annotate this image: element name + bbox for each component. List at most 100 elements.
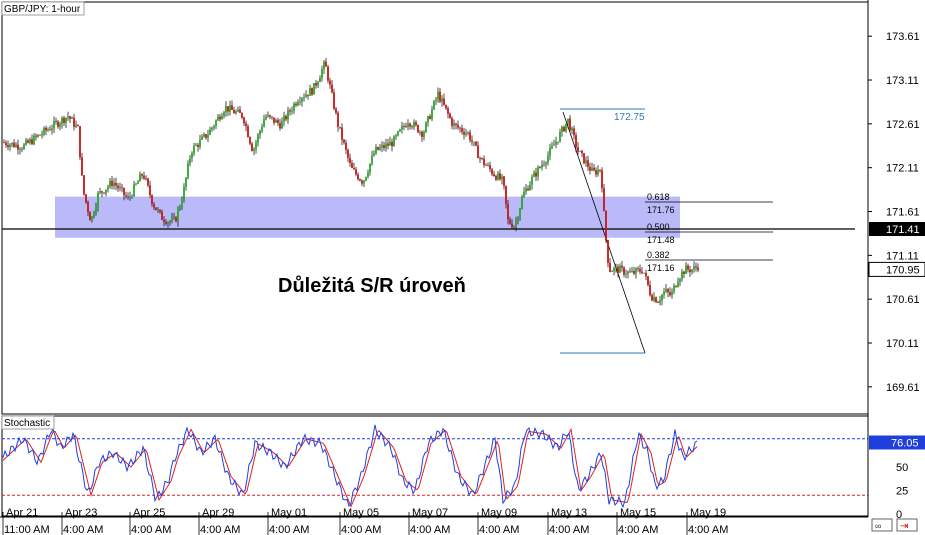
sr-level-badge-text: 171.41 bbox=[886, 224, 920, 236]
candle-body bbox=[533, 172, 535, 177]
time-tick-time: 4:00 AM bbox=[63, 524, 103, 535]
candle-body bbox=[135, 183, 137, 185]
candle-body bbox=[341, 127, 343, 140]
candle-body bbox=[567, 118, 569, 124]
candle-body bbox=[5, 142, 7, 146]
time-tick-time: 4:00 AM bbox=[479, 524, 519, 535]
candle-body bbox=[457, 124, 459, 128]
candle-body bbox=[355, 169, 357, 175]
candle-body bbox=[443, 98, 445, 105]
candle-body bbox=[9, 144, 11, 148]
candle-body bbox=[205, 134, 207, 138]
candle-body bbox=[455, 123, 457, 125]
candle-body bbox=[115, 182, 117, 186]
candle-body bbox=[411, 126, 413, 128]
candle-body bbox=[313, 83, 315, 95]
candle-body bbox=[171, 217, 173, 222]
candle-body bbox=[623, 267, 625, 275]
candle-body bbox=[29, 139, 31, 143]
price-axis: 173.61 173.11 172.61 172.11 171.61 171.11 170.… bbox=[867, 0, 925, 521]
candle-body bbox=[303, 97, 305, 99]
candle-body bbox=[131, 196, 133, 197]
candle-body bbox=[195, 144, 197, 146]
candle-body bbox=[213, 125, 215, 128]
candle-body bbox=[659, 300, 661, 303]
candle-body bbox=[565, 123, 567, 132]
time-tick-date: Apr 29 bbox=[202, 507, 234, 519]
time-tick-time: 4:00 AM bbox=[688, 524, 728, 535]
candle-body bbox=[21, 149, 23, 150]
candle-body bbox=[239, 109, 241, 113]
candle-body bbox=[691, 269, 693, 273]
candle-body bbox=[657, 302, 659, 303]
candle-body bbox=[591, 167, 593, 171]
candle-body bbox=[497, 173, 499, 180]
symbol-label: GBP/JPY: 1-hour bbox=[4, 4, 81, 15]
candle-body bbox=[453, 123, 455, 126]
candle-body bbox=[679, 279, 681, 283]
candle-body bbox=[295, 103, 297, 106]
candle-body bbox=[47, 129, 49, 131]
time-tick-date: May 13 bbox=[551, 507, 587, 519]
candle-body bbox=[225, 106, 227, 113]
candle-body bbox=[359, 179, 361, 181]
candle-body bbox=[693, 266, 695, 270]
price-tick-label: 172.11 bbox=[886, 163, 919, 175]
time-tick-date: Apr 25 bbox=[133, 507, 165, 519]
candle-body bbox=[173, 217, 175, 218]
candle-body bbox=[519, 208, 521, 219]
candle-body bbox=[339, 126, 341, 128]
time-tick-date: May 09 bbox=[481, 507, 517, 519]
candle-body bbox=[161, 211, 163, 220]
candle-body bbox=[635, 268, 637, 274]
candle-body bbox=[397, 131, 399, 136]
price-panel: 172.75 0.618 171.76 0.500 171.48 0.382 1… bbox=[1, 1, 869, 415]
candle-body bbox=[607, 240, 609, 263]
annotation-title: Důležitá S/R úroveň bbox=[278, 275, 466, 297]
candle-body bbox=[183, 186, 185, 202]
candle-body bbox=[143, 175, 145, 179]
candle-body bbox=[609, 263, 611, 272]
candle-body bbox=[475, 141, 477, 146]
candle-body bbox=[427, 116, 429, 123]
candle-body bbox=[349, 157, 351, 163]
time-tick-date: Apr 21 bbox=[6, 507, 38, 519]
candle-body bbox=[461, 128, 463, 132]
support-resistance-zone bbox=[55, 196, 680, 238]
candle-body bbox=[473, 141, 475, 143]
candle-body bbox=[439, 91, 441, 102]
candle-body bbox=[325, 61, 327, 67]
candle-body bbox=[421, 131, 423, 137]
candle-body bbox=[301, 98, 303, 102]
candle-body bbox=[525, 188, 527, 192]
candle-body bbox=[399, 129, 401, 132]
candle-body bbox=[365, 176, 367, 181]
forex-chart: 172.75 0.618 171.76 0.500 171.48 0.382 1… bbox=[0, 0, 925, 535]
candle-body bbox=[479, 158, 481, 159]
candle-body bbox=[19, 149, 21, 151]
candle-body bbox=[39, 134, 41, 136]
candle-body bbox=[155, 207, 157, 210]
candle-body bbox=[81, 157, 83, 176]
time-tick-time: 11:00 AM bbox=[4, 524, 50, 535]
candle-body bbox=[229, 105, 231, 112]
candle-body bbox=[637, 268, 639, 270]
candle-body bbox=[463, 131, 465, 135]
price-tick-label: 173.61 bbox=[886, 31, 920, 43]
candle-body bbox=[123, 187, 125, 196]
candle-body bbox=[515, 221, 517, 227]
candle-body bbox=[441, 98, 443, 102]
candle-body bbox=[133, 184, 135, 197]
candle-body bbox=[75, 125, 77, 127]
candle-body bbox=[317, 82, 319, 86]
candle-body bbox=[141, 174, 143, 176]
candle-body bbox=[23, 144, 25, 150]
candle-body bbox=[661, 294, 663, 301]
candle-body bbox=[273, 117, 275, 123]
candle-body bbox=[499, 173, 501, 180]
candle-body bbox=[321, 69, 323, 78]
candle-body bbox=[251, 143, 253, 151]
candle-body bbox=[249, 137, 251, 144]
candle-body bbox=[549, 148, 551, 156]
time-tick-time: 4:00 AM bbox=[549, 524, 589, 535]
